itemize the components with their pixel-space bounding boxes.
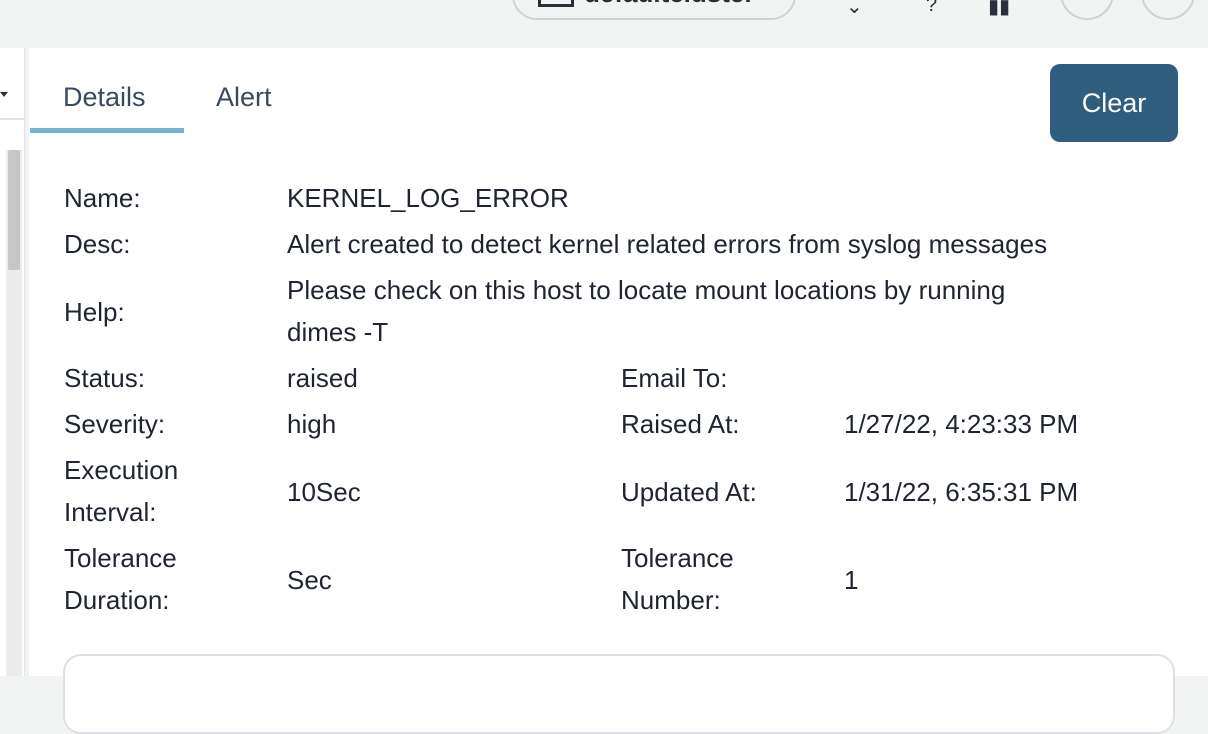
tab-alert[interactable]: Alert: [216, 82, 272, 113]
updated-at-value: 1/31/22, 6:35:31 PM: [844, 477, 1079, 507]
app-header: defaultcluster ⌄ ? ▮▮: [0, 0, 1208, 48]
updated-at-label: Updated At:: [621, 477, 757, 507]
user-avatar-button[interactable]: [1141, 0, 1195, 20]
desc-label: Desc:: [64, 229, 131, 259]
desc-value: Alert created to detect kernel related e…: [287, 229, 1048, 259]
alert-detail-card: [63, 654, 1175, 734]
execution-interval-label-2: Interval:: [64, 497, 157, 527]
name-value: KERNEL_LOG_ERROR: [287, 183, 569, 213]
clear-button[interactable]: Clear: [1050, 64, 1178, 142]
caret-down-icon[interactable]: [0, 92, 8, 97]
scrollbar-thumb[interactable]: [8, 150, 20, 270]
severity-label: Severity:: [64, 409, 166, 439]
tolerance-duration-label-2: Duration:: [64, 585, 170, 615]
tolerance-duration-label-1: Tolerance: [64, 543, 177, 573]
sidebar-divider: [0, 118, 24, 120]
email-to-label: Email To:: [621, 363, 728, 393]
cluster-name: defaultcluster: [584, 0, 755, 9]
status-label: Status:: [64, 363, 145, 393]
raised-at-label: Raised At:: [621, 409, 740, 439]
help-value-line2: dimes -T: [287, 317, 389, 347]
tolerance-duration-value: Sec: [287, 565, 332, 595]
active-tab-indicator: [30, 128, 184, 133]
tab-details[interactable]: Details: [63, 82, 146, 113]
tolerance-number-label-1: Tolerance: [621, 543, 734, 573]
tolerance-number-label-2: Number:: [621, 585, 721, 615]
status-value: raised: [287, 363, 358, 393]
bar-chart-icon[interactable]: ▮▮: [988, 0, 1010, 19]
help-label: Help:: [64, 297, 125, 327]
chevron-down-icon[interactable]: ⌄: [846, 0, 863, 19]
raised-at-value: 1/27/22, 4:23:33 PM: [844, 409, 1079, 439]
execution-interval-value: 10Sec: [287, 477, 361, 507]
help-value-line1: Please check on this host to locate moun…: [287, 275, 1006, 305]
notifications-button[interactable]: [1060, 0, 1114, 20]
execution-interval-label-1: Execution: [64, 455, 179, 485]
tolerance-number-value: 1: [844, 565, 859, 595]
tab-bar: Details Alert: [29, 48, 1029, 134]
help-icon[interactable]: ?: [926, 0, 937, 17]
severity-value: high: [287, 409, 337, 439]
name-label: Name:: [64, 183, 141, 213]
cluster-icon: [538, 0, 574, 7]
alert-details-panel: Details Alert Clear Name: KERNEL_LOG_ERR…: [29, 48, 1208, 734]
cluster-selector[interactable]: defaultcluster: [512, 0, 796, 20]
